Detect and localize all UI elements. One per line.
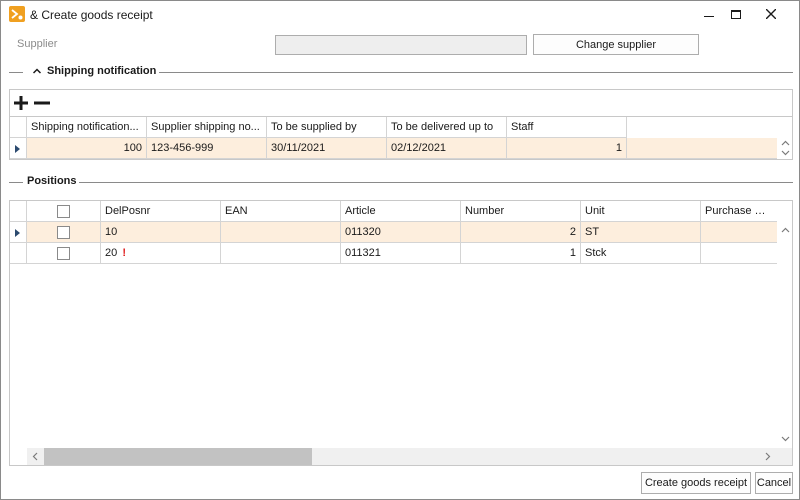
row-checkbox[interactable] <box>57 226 70 239</box>
chevron-down-icon[interactable] <box>781 436 790 442</box>
table-cell[interactable]: 011320 <box>341 222 461 243</box>
close-icon <box>766 9 776 19</box>
shipping-section-title: Shipping notification <box>47 65 157 77</box>
caret-right-icon <box>15 145 20 153</box>
warning-icon: ! <box>122 247 126 259</box>
positions-grid: DelPosnr EAN Article Number Unit Purchas… <box>9 200 793 466</box>
caret-right-icon <box>15 229 20 237</box>
table-cell[interactable] <box>701 243 777 264</box>
table-cell[interactable]: 100 <box>27 138 147 159</box>
table-cell[interactable]: 1 <box>507 138 627 159</box>
positions-section-title: Positions <box>27 175 77 187</box>
minimize-icon <box>704 15 714 17</box>
table-cell[interactable]: ST <box>581 222 701 243</box>
shipping-grid: Shipping notification... Supplier shippi… <box>9 116 793 160</box>
shipping-col-header[interactable]: To be delivered up to <box>387 117 507 138</box>
shipping-section-header[interactable]: Shipping notification <box>9 65 793 79</box>
chevron-up-icon[interactable] <box>781 140 790 146</box>
chevron-left-icon[interactable] <box>32 452 38 461</box>
positions-col-header[interactable]: Article <box>341 201 461 222</box>
row-indicator[interactable] <box>10 138 27 159</box>
table-cell[interactable]: 2 <box>461 222 581 243</box>
row-indicator[interactable] <box>10 222 27 243</box>
chevron-up-icon[interactable] <box>33 68 41 74</box>
table-cell[interactable]: 30/11/2021 <box>267 138 387 159</box>
chevron-right-icon[interactable] <box>765 452 771 461</box>
shipping-col-header[interactable]: Staff <box>507 117 627 138</box>
select-all-header <box>27 201 101 222</box>
minus-icon[interactable] <box>33 95 51 111</box>
positions-vertical-scrollbar[interactable] <box>777 222 792 448</box>
supplier-label: Supplier <box>17 38 58 50</box>
row-select-cell <box>27 222 101 243</box>
table-cell[interactable]: 20 ! <box>101 243 221 264</box>
positions-horizontal-scrollbar[interactable] <box>27 448 777 465</box>
change-supplier-button[interactable]: Change supplier <box>533 34 699 55</box>
positions-col-header[interactable]: Number <box>461 201 581 222</box>
maximize-icon <box>731 9 741 19</box>
chevron-up-icon[interactable] <box>781 227 790 233</box>
table-cell[interactable]: 10 <box>101 222 221 243</box>
shipping-col-header[interactable]: Supplier shipping no... <box>147 117 267 138</box>
delposnr-value: 20 <box>105 247 118 259</box>
table-cell[interactable]: 011321 <box>341 243 461 264</box>
shipping-vertical-scrollbar[interactable] <box>777 138 792 159</box>
shipping-col-header[interactable]: Shipping notification... <box>27 117 147 138</box>
goods-receipt-icon <box>9 6 25 22</box>
cancel-button[interactable]: Cancel <box>755 472 793 494</box>
positions-section-header: Positions <box>9 175 793 189</box>
table-cell[interactable]: Stck <box>581 243 701 264</box>
table-cell[interactable] <box>221 243 341 264</box>
chevron-down-icon[interactable] <box>781 150 790 156</box>
create-goods-receipt-window: & Create goods receipt Supplier Change s… <box>0 0 800 500</box>
row-select-cell <box>27 243 101 264</box>
maximize-button[interactable] <box>720 1 752 27</box>
table-cell[interactable]: 1 <box>461 243 581 264</box>
positions-col-header[interactable]: DelPosnr <box>101 201 221 222</box>
close-window-button[interactable] <box>755 1 787 27</box>
positions-col-header[interactable]: Purchase Orde <box>701 201 777 222</box>
row-checkbox[interactable] <box>57 247 70 260</box>
supplier-field <box>275 35 527 55</box>
table-cell[interactable] <box>701 222 777 243</box>
table-cell[interactable] <box>221 222 341 243</box>
select-all-checkbox[interactable] <box>57 205 70 218</box>
plus-icon[interactable] <box>13 95 29 111</box>
positions-col-header[interactable]: EAN <box>221 201 341 222</box>
positions-col-header[interactable]: Unit <box>581 201 701 222</box>
title-bar: & Create goods receipt <box>1 1 799 27</box>
table-cell[interactable]: 123-456-999 <box>147 138 267 159</box>
shipping-toolbar <box>9 89 793 116</box>
window-title: & Create goods receipt <box>30 8 153 22</box>
table-cell[interactable]: 02/12/2021 <box>387 138 507 159</box>
row-indicator[interactable] <box>10 243 27 264</box>
scrollbar-thumb[interactable] <box>44 448 312 465</box>
shipping-col-header[interactable]: To be supplied by <box>267 117 387 138</box>
create-goods-receipt-button[interactable]: Create goods receipt <box>641 472 751 494</box>
